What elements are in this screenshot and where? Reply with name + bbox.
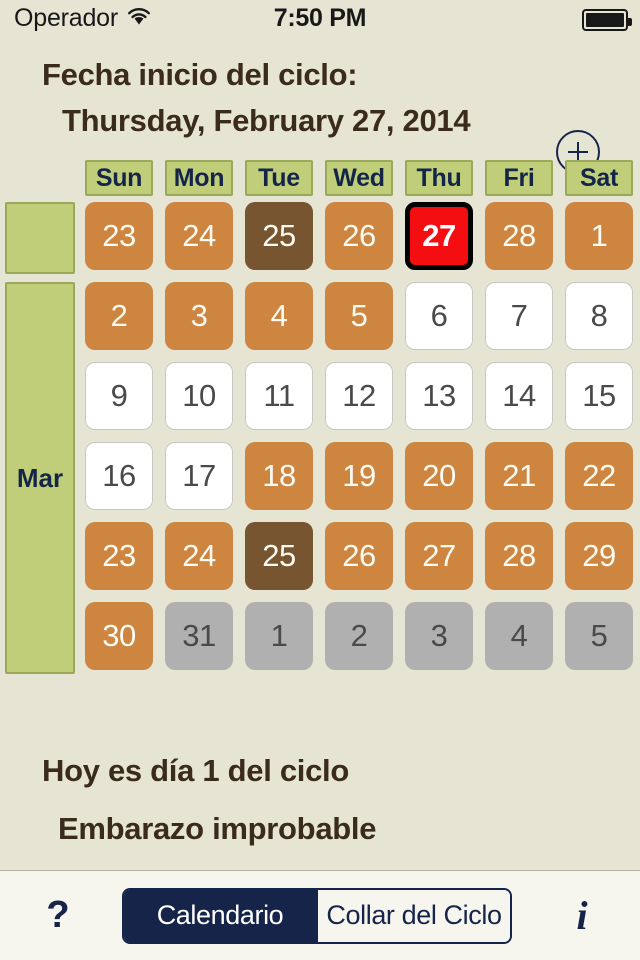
help-icon[interactable]: ? — [28, 894, 88, 937]
calendar-day: 3 — [405, 602, 473, 670]
calendar-day[interactable]: 2 — [85, 282, 153, 350]
calendar-day[interactable]: 12 — [325, 362, 393, 430]
calendar-day[interactable]: 25 — [245, 522, 313, 590]
day-of-week-mon: Mon — [165, 160, 233, 196]
day-of-week-thu: Thu — [405, 160, 473, 196]
calendar-day[interactable]: 1 — [565, 202, 633, 270]
calendar-day[interactable]: 11 — [245, 362, 313, 430]
status-bar: Operador 7:50 PM — [0, 0, 640, 40]
calendar-day[interactable]: 15 — [565, 362, 633, 430]
info-icon[interactable]: i — [552, 892, 612, 939]
calendar-week-row: 30 31 1 2 3 4 5 — [85, 602, 633, 670]
calendar-week-row: 23 24 25 26 27 28 1 — [85, 202, 633, 270]
day-of-week-fri: Fri — [485, 160, 553, 196]
calendar-week-row: 16 17 18 19 20 21 22 — [85, 442, 633, 510]
calendar-day[interactable]: 21 — [485, 442, 553, 510]
calendar-day[interactable]: 8 — [565, 282, 633, 350]
status-bar-clock: 7:50 PM — [273, 4, 367, 32]
calendar-day[interactable]: 10 — [165, 362, 233, 430]
calendar-day[interactable]: 26 — [325, 202, 393, 270]
calendar-day[interactable]: 28 — [485, 522, 553, 590]
calendar-day[interactable]: 23 — [85, 522, 153, 590]
view-segmented-control[interactable]: Calendario Collar del Ciclo — [122, 887, 512, 944]
calendar-day: 4 — [485, 602, 553, 670]
calendar-day[interactable]: 18 — [245, 442, 313, 510]
day-of-week-sat: Sat — [565, 160, 633, 196]
calendar-day[interactable]: 19 — [325, 442, 393, 510]
calendar-day[interactable]: 28 — [485, 202, 553, 270]
cycle-start-header: Fecha inicio del ciclo: Thursday, Februa… — [0, 40, 640, 174]
cycle-day-text: Hoy es día 1 del ciclo — [42, 753, 349, 788]
cycle-start-date: Thursday, February 27, 2014 — [62, 103, 471, 138]
calendar-week-row: 23 24 25 26 27 28 29 — [85, 522, 633, 590]
day-of-week-sun: Sun — [85, 160, 153, 196]
calendar-day: 2 — [325, 602, 393, 670]
calendar-grid: 23 24 25 26 27 28 1 2 3 4 5 6 7 8 9 10 11 12 13 14 15 16 17 18 1… — [85, 202, 633, 670]
calendar-day[interactable]: 6 — [405, 282, 473, 350]
day-of-week-tue: Tue — [245, 160, 313, 196]
calendar-day[interactable]: 27 — [405, 522, 473, 590]
calendar-day[interactable]: 9 — [85, 362, 153, 430]
pregnancy-likelihood-text: Embarazo improbable — [58, 811, 377, 846]
calendar-day[interactable]: 17 — [165, 442, 233, 510]
calendar-day[interactable]: 14 — [485, 362, 553, 430]
calendar-day[interactable]: 20 — [405, 442, 473, 510]
month-label-block-0 — [5, 202, 75, 274]
calendar-day[interactable]: 7 — [485, 282, 553, 350]
calendar-day[interactable]: 25 — [245, 202, 313, 270]
calendar-day[interactable]: 24 — [165, 202, 233, 270]
calendar-week-row: 9 10 11 12 13 14 15 — [85, 362, 633, 430]
calendar-day[interactable]: 22 — [565, 442, 633, 510]
bottom-toolbar: ? Calendario Collar del Ciclo i — [0, 870, 640, 960]
battery-icon — [582, 9, 632, 31]
calendar-week-row: 2345678 — [85, 282, 633, 350]
calendar: Sun Mon Tue Wed Thu Fri Sat Mar 23 24 25 26 27 28 1 2… — [0, 160, 640, 690]
calendar-day[interactable]: 24 — [165, 522, 233, 590]
month-label-block-1: Mar — [5, 282, 75, 674]
calendar-day: 5 — [565, 602, 633, 670]
calendar-day[interactable]: 16 — [85, 442, 153, 510]
calendar-day[interactable]: 4 — [245, 282, 313, 350]
calendar-day[interactable]: 29 — [565, 522, 633, 590]
calendar-day[interactable]: 13 — [405, 362, 473, 430]
cycle-start-label: Fecha inicio del ciclo: — [42, 57, 358, 92]
calendar-day: 1 — [245, 602, 313, 670]
day-of-week-header: Sun Mon Tue Wed Thu Fri Sat — [85, 160, 633, 196]
calendar-day[interactable]: 23 — [85, 202, 153, 270]
segment-calendario[interactable]: Calendario — [124, 889, 316, 942]
calendar-day[interactable]: 5 — [325, 282, 393, 350]
calendar-day[interactable]: 3 — [165, 282, 233, 350]
calendar-day: 31 — [165, 602, 233, 670]
calendar-day[interactable]: 26 — [325, 522, 393, 590]
segment-collar-del-ciclo[interactable]: Collar del Ciclo — [316, 889, 510, 942]
calendar-day[interactable]: 30 — [85, 602, 153, 670]
cycle-status: Hoy es día 1 del ciclo Embarazo improbab… — [0, 742, 640, 858]
calendar-day-selected[interactable]: 27 — [405, 202, 473, 270]
day-of-week-wed: Wed — [325, 160, 393, 196]
